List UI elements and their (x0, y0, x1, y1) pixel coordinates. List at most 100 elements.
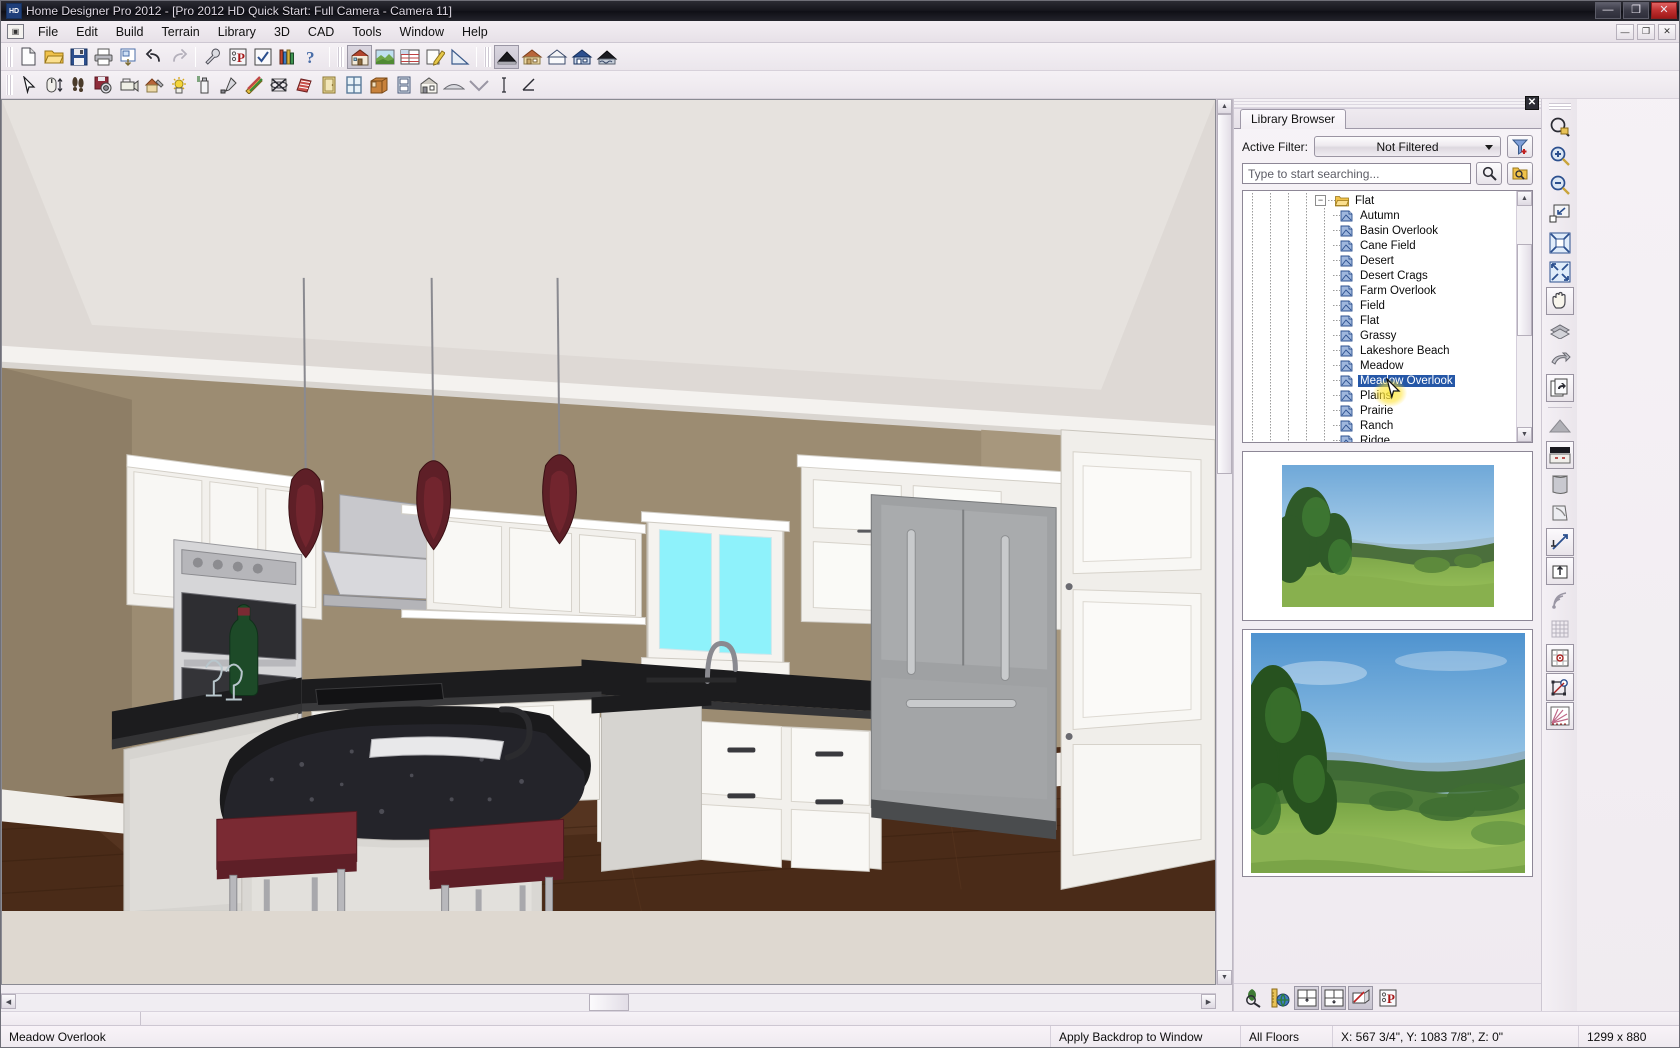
tree-node-item[interactable]: Cane Field (1243, 238, 1515, 253)
viewport-vertical-scrollbar[interactable]: ▲ ▼ (1216, 99, 1232, 985)
menu-item-file[interactable]: File (29, 22, 67, 42)
close-button[interactable]: ✕ (1651, 2, 1677, 19)
scroll-left-arrow[interactable]: ◀ (1, 994, 16, 1009)
zoom-to-extents-button[interactable] (1546, 258, 1574, 286)
tree-node-item[interactable]: Autumn (1243, 208, 1515, 223)
pan-window-button[interactable] (1546, 287, 1574, 315)
maximize-button[interactable]: ❐ (1623, 2, 1649, 19)
material-eyedropper-button[interactable] (216, 73, 241, 97)
mdi-restore-button[interactable]: ❐ (1637, 24, 1655, 40)
horizontal-scroll-thumb[interactable] (589, 994, 629, 1011)
undo-zoom-button[interactable] (1546, 345, 1574, 373)
chevron-button[interactable] (466, 73, 491, 97)
3d-camera-view[interactable] (1, 99, 1216, 985)
floor-plan-view-button[interactable] (347, 45, 372, 69)
note-button[interactable] (422, 45, 447, 69)
toolbar-grip-2[interactable] (337, 47, 344, 67)
dimension-button[interactable] (491, 73, 516, 97)
rebuild-3d-button[interactable] (291, 73, 316, 97)
panel-3d-preview-button[interactable] (1348, 986, 1373, 1010)
foundation-button[interactable] (594, 45, 619, 69)
reference-grid-button[interactable] (1546, 644, 1574, 672)
tree-node-item[interactable]: Flat (1243, 313, 1515, 328)
terrain-view-button[interactable] (372, 45, 397, 69)
wall-material-button[interactable] (1546, 470, 1574, 498)
scroll-right-arrow[interactable]: ▶ (1201, 994, 1216, 1009)
viewport-horizontal-scrollbar[interactable]: ◀ ▶ (1, 993, 1216, 1011)
zoom-out-button[interactable] (1546, 171, 1574, 199)
floor-material-button[interactable] (1546, 499, 1574, 527)
browse-folder-button[interactable] (1507, 162, 1533, 185)
vertical-scroll-thumb[interactable] (1217, 114, 1232, 474)
library-close-icon[interactable]: ✕ (1525, 96, 1539, 110)
walkthrough-button[interactable] (66, 73, 91, 97)
menu-item-edit[interactable]: Edit (67, 22, 107, 42)
panel-layout-bottom-button[interactable] (1321, 986, 1346, 1010)
library-tree[interactable]: −FlatAutumnBasin OverlookCane FieldDeser… (1242, 190, 1533, 443)
tree-node-item[interactable]: Basin Overlook (1243, 223, 1515, 238)
toolbar-grip-4[interactable] (6, 75, 13, 95)
redo-button[interactable] (166, 45, 191, 69)
help-button[interactable]: ? (300, 45, 325, 69)
library-search-button[interactable] (1240, 986, 1265, 1010)
search-button[interactable] (1476, 162, 1502, 185)
new-plan-button[interactable] (16, 45, 41, 69)
tree-vertical-scrollbar[interactable]: ▲ ▼ (1516, 191, 1532, 442)
select-objects-button[interactable] (16, 73, 41, 97)
toolbar-grip[interactable] (6, 47, 13, 67)
angle-tool-button[interactable] (516, 73, 541, 97)
tree-node-item[interactable]: Desert Crags (1243, 268, 1515, 283)
undo-button[interactable] (141, 45, 166, 69)
material-painter-button[interactable] (241, 73, 266, 97)
tree-node-item[interactable]: Plains (1243, 388, 1515, 403)
document-icon[interactable]: ▣ (7, 24, 24, 39)
check-button[interactable] (250, 45, 275, 69)
menu-item-terrain[interactable]: Terrain (153, 22, 209, 42)
refresh-display-button[interactable] (1546, 374, 1574, 402)
floor-1-button[interactable] (544, 45, 569, 69)
line-tool-button[interactable] (1546, 528, 1574, 556)
tree-node-item[interactable]: Field (1243, 298, 1515, 313)
tab-library-browser[interactable]: Library Browser (1240, 109, 1346, 129)
tree-node-item[interactable]: Meadow Overlook (1243, 373, 1515, 388)
spray-paint-button[interactable] (191, 73, 216, 97)
tree-node-item[interactable]: Farm Overlook (1243, 283, 1515, 298)
window-button[interactable] (341, 73, 366, 97)
ruler-button[interactable] (447, 45, 472, 69)
previous-view-button[interactable] (1546, 316, 1574, 344)
tree-node-item[interactable]: Ridge (1243, 433, 1515, 442)
zoom-window-button[interactable] (1546, 113, 1574, 141)
door-button[interactable] (316, 73, 341, 97)
tree-expander-icon[interactable]: − (1315, 195, 1326, 206)
tree-node-item[interactable]: Meadow (1243, 358, 1515, 373)
save-camera-button[interactable] (91, 73, 116, 97)
menu-item-window[interactable]: Window (391, 22, 453, 42)
print-button[interactable] (91, 45, 116, 69)
ceiling-button[interactable] (1546, 441, 1574, 469)
floor-up-button[interactable] (519, 45, 544, 69)
library-update-button[interactable] (1267, 986, 1292, 1010)
roof-button[interactable] (1546, 412, 1574, 440)
tree-node-item[interactable]: Ranch (1243, 418, 1515, 433)
print-preview-button[interactable] (116, 45, 141, 69)
scroll-down-arrow[interactable]: ▼ (1217, 970, 1232, 985)
arc-tool-button[interactable] (1546, 586, 1574, 614)
plan-defaults-button[interactable]: P (225, 45, 250, 69)
adjust-camera-button[interactable] (116, 73, 141, 97)
active-filter-dropdown[interactable]: Not Filtered (1314, 136, 1501, 157)
tree-node-item[interactable]: Grassy (1243, 328, 1515, 343)
tree-node-item[interactable]: Desert (1243, 253, 1515, 268)
ray-tool-button[interactable] (1546, 702, 1574, 730)
mdi-minimize-button[interactable]: — (1616, 24, 1634, 40)
room-button[interactable] (416, 73, 441, 97)
delete-surface-button[interactable] (266, 73, 291, 97)
fill-window-button[interactable] (1546, 200, 1574, 228)
vtoolbar-grip[interactable] (1549, 103, 1571, 110)
menu-item-cad[interactable]: CAD (299, 22, 343, 42)
menu-item-library[interactable]: Library (209, 22, 265, 42)
tree-node-root[interactable]: −Flat (1243, 193, 1515, 208)
minimize-button[interactable]: — (1595, 2, 1621, 19)
materials-list-button[interactable] (397, 45, 422, 69)
cabinet-button[interactable] (366, 73, 391, 97)
fill-window-building-button[interactable] (1546, 229, 1574, 257)
